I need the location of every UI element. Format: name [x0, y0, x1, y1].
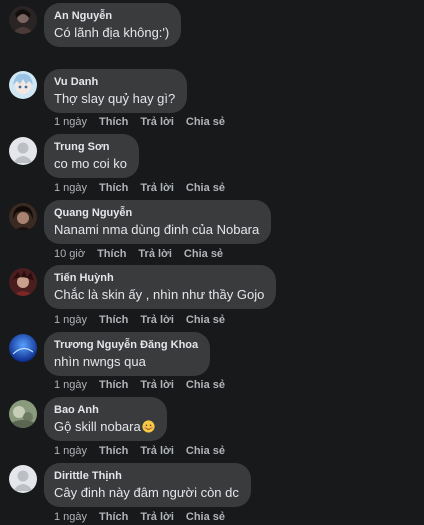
- like-button[interactable]: Thích: [99, 445, 128, 457]
- like-button[interactable]: Thích: [97, 248, 126, 260]
- comment-bubble: Trương Nguyễn Đăng Khoa nhìn nwngs qua: [44, 332, 211, 376]
- share-button[interactable]: Chia sẻ: [184, 248, 223, 260]
- commenter-name[interactable]: Dirittle Thịnh: [54, 469, 239, 483]
- share-button[interactable]: Chia sẻ: [186, 116, 225, 128]
- comment-feed: An Nguyễn Có lãnh địa không:') Vu Danh T…: [0, 0, 424, 525]
- comment-actions: 1 ngày Thích Trả lời Chia sẻ: [54, 181, 237, 195]
- comment-text: co mo coi ko: [54, 156, 127, 171]
- comment-actions: 1 ngày Thích Trả lời Chia sẻ: [54, 115, 237, 129]
- share-button[interactable]: Chia sẻ: [186, 182, 225, 194]
- commenter-name[interactable]: Quang Nguyễn: [54, 206, 259, 220]
- avatar[interactable]: [9, 465, 37, 493]
- reply-button[interactable]: Trả lời: [140, 116, 174, 128]
- comment-text-content: Gộ skill nobara: [54, 419, 141, 434]
- like-button[interactable]: Thích: [99, 314, 128, 326]
- reply-button[interactable]: Trả lời: [140, 379, 174, 391]
- comment-time[interactable]: 1 ngày: [54, 116, 87, 128]
- avatar[interactable]: [9, 137, 37, 165]
- comment-text: Cây đinh này đâm người còn dc: [54, 485, 239, 500]
- comment-time[interactable]: 1 ngày: [54, 314, 87, 326]
- comment-time[interactable]: 1 ngày: [54, 182, 87, 194]
- comment-bubble: Bao Anh Gộ skill nobara: [44, 397, 167, 441]
- comment-time[interactable]: 1 ngày: [54, 445, 87, 457]
- like-button[interactable]: Thích: [99, 116, 128, 128]
- commenter-name[interactable]: Trương Nguyễn Đăng Khoa: [54, 338, 198, 352]
- avatar[interactable]: [9, 71, 37, 99]
- comment-actions: 1 ngày Thích Trả lời Chia sẻ: [54, 510, 237, 524]
- comment-bubble: An Nguyễn Có lãnh địa không:'): [44, 3, 182, 47]
- commenter-name[interactable]: Tiến Huỳnh: [54, 271, 264, 285]
- comment-text: Gộ skill nobara: [54, 418, 155, 436]
- comment-time[interactable]: 10 giờ: [54, 248, 85, 260]
- comment-bubble: Vu Danh Thợ slay quỷ hay gì?: [44, 69, 188, 113]
- comment-text: nhìn nwngs qua: [54, 354, 146, 369]
- comment-time[interactable]: 1 ngày: [54, 511, 87, 523]
- share-button[interactable]: Chia sẻ: [186, 379, 225, 391]
- commenter-name[interactable]: Trung Sơn: [54, 140, 127, 154]
- avatar[interactable]: [9, 6, 37, 34]
- like-button[interactable]: Thích: [99, 182, 128, 194]
- avatar[interactable]: [9, 268, 37, 296]
- smiling-face-emoji-icon: [142, 420, 155, 433]
- comment-bubble: Tiến Huỳnh Chắc là skin ấy , nhìn như th…: [44, 265, 277, 309]
- share-button[interactable]: Chia sẻ: [186, 445, 225, 457]
- comment-bubble: Dirittle Thịnh Cây đinh này đâm người cò…: [44, 463, 251, 507]
- comment-bubble: Quang Nguyễn Nanami nma dùng đinh của No…: [44, 200, 272, 244]
- comment-time[interactable]: 1 ngày: [54, 379, 87, 391]
- comment-text: Có lãnh địa không:'): [54, 25, 170, 40]
- like-button[interactable]: Thích: [99, 379, 128, 391]
- share-button[interactable]: Chia sẻ: [186, 511, 225, 523]
- avatar[interactable]: [9, 203, 37, 231]
- comment-actions: 1 ngày Thích Trả lời Chia sẻ: [54, 378, 237, 392]
- reply-button[interactable]: Trả lời: [138, 248, 172, 260]
- comment-actions: 1 ngày Thích Trả lời Chia sẻ: [54, 444, 237, 458]
- comment-text: Nanami nma dùng đinh của Nobara: [54, 222, 260, 237]
- commenter-name[interactable]: Vu Danh: [54, 75, 175, 89]
- reply-button[interactable]: Trả lời: [140, 445, 174, 457]
- comment-text: Thợ slay quỷ hay gì?: [54, 91, 176, 106]
- reply-button[interactable]: Trả lời: [140, 511, 174, 523]
- comment-text: Chắc là skin ấy , nhìn như thầy Gojo: [54, 287, 265, 302]
- like-button[interactable]: Thích: [99, 511, 128, 523]
- comment-actions: 10 giờ Thích Trả lời Chia sẻ: [54, 247, 235, 261]
- commenter-name[interactable]: Bao Anh: [54, 403, 155, 417]
- comment-bubble: Trung Sơn co mo coi ko: [44, 134, 139, 178]
- reply-button[interactable]: Trả lời: [140, 182, 174, 194]
- avatar[interactable]: [9, 400, 37, 428]
- share-button[interactable]: Chia sẻ: [186, 314, 225, 326]
- commenter-name[interactable]: An Nguyễn: [54, 9, 169, 23]
- comment-actions: 1 ngày Thích Trả lời Chia sẻ: [54, 313, 237, 327]
- reply-button[interactable]: Trả lời: [140, 314, 174, 326]
- avatar[interactable]: [9, 334, 37, 362]
